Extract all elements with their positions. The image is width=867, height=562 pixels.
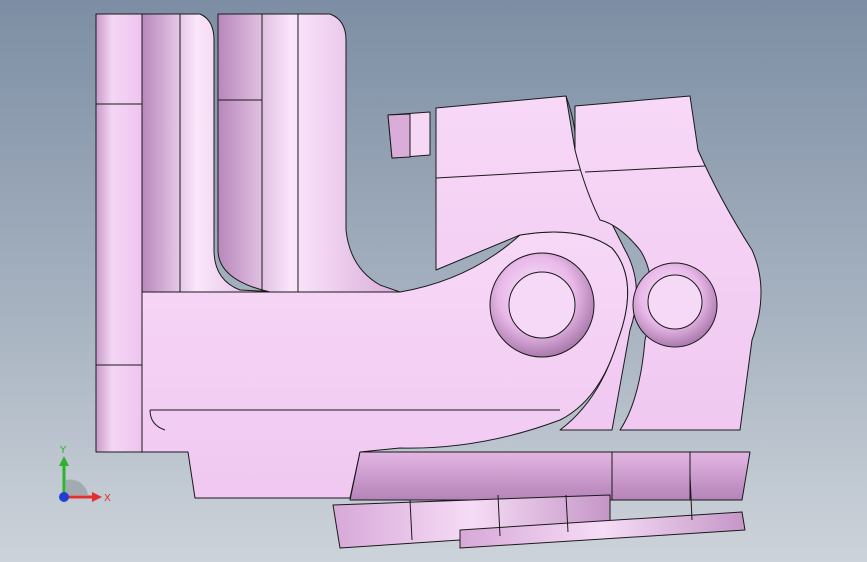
y-axis-arrow <box>59 456 69 466</box>
vertical-rib-right <box>217 13 401 293</box>
coordinate-triad: Y X <box>59 445 111 504</box>
cad-viewport[interactable]: Y X <box>0 0 867 562</box>
left-mounting-plate <box>95 13 143 453</box>
x-axis-label: X <box>104 493 111 504</box>
3d-part-model[interactable] <box>0 0 867 562</box>
triad-arc <box>66 479 88 495</box>
x-axis-arrow <box>92 492 102 502</box>
z-axis-dot <box>59 492 69 502</box>
y-axis-label: Y <box>59 445 67 456</box>
